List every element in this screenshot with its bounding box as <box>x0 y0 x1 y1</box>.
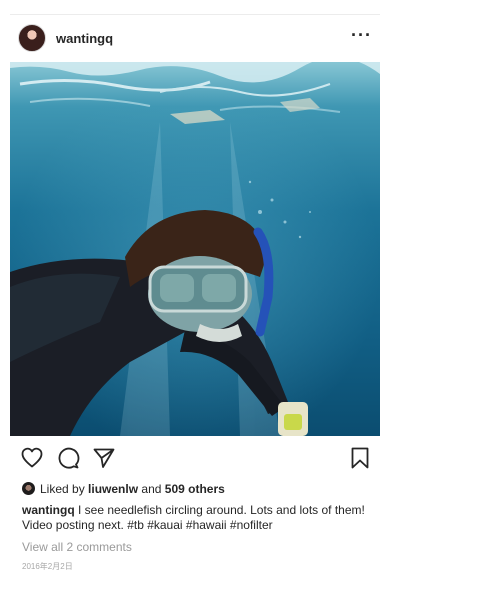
caption-username[interactable]: wantingq <box>22 503 75 517</box>
liked-by-prefix: Liked by <box>40 482 85 496</box>
paper-plane-icon[interactable] <box>92 446 116 475</box>
post-date: 2016年2月2日 <box>22 562 73 571</box>
heart-icon[interactable] <box>20 446 44 475</box>
post-photo[interactable] <box>10 62 380 436</box>
top-divider <box>10 14 380 15</box>
comment-icon[interactable] <box>56 446 80 475</box>
avatar[interactable] <box>18 24 46 52</box>
instagram-post: wantingq ··· Liked by liuwenlw and 509 o… <box>10 0 380 595</box>
liked-by-user[interactable]: liuwenlw <box>88 482 138 496</box>
more-options-icon[interactable]: ··· <box>351 25 372 46</box>
liked-by-and: and <box>141 482 162 496</box>
liker-avatar[interactable] <box>22 482 35 495</box>
post-actions <box>10 446 380 474</box>
bookmark-icon[interactable] <box>348 446 372 475</box>
likes-line: Liked by liuwenlw and 509 others <box>22 482 225 496</box>
view-comments-link[interactable]: View all 2 comments <box>22 540 132 554</box>
post-caption: wantingq I see needlefish circling aroun… <box>22 503 374 533</box>
underwater-photo-illustration <box>10 62 380 436</box>
post-username[interactable]: wantingq <box>56 31 113 46</box>
liked-by-others[interactable]: 509 others <box>165 482 225 496</box>
post-header: wantingq ··· <box>10 22 380 56</box>
